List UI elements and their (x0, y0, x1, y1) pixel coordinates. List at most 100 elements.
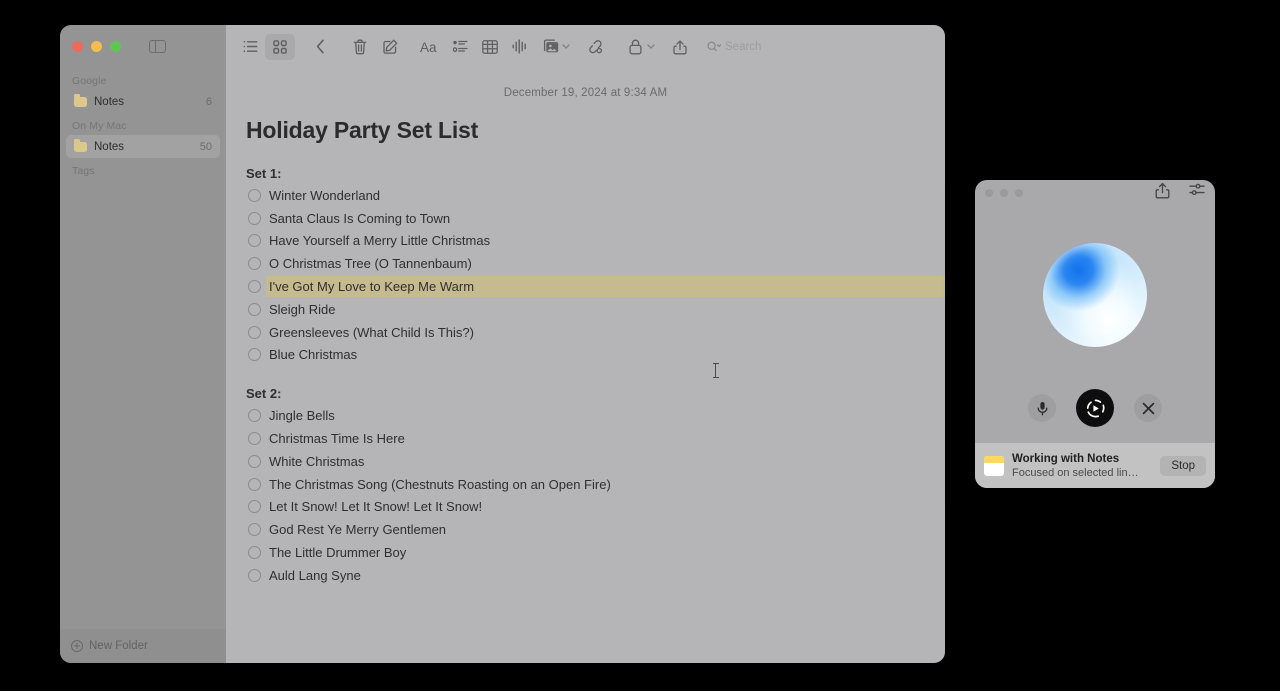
assistant-controls (975, 389, 1215, 443)
list-item[interactable]: The Christmas Song (Chestnuts Roasting o… (244, 473, 927, 496)
list-item[interactable]: God Rest Ye Merry Gentlemen (244, 518, 927, 541)
minimize-window-button[interactable] (91, 41, 102, 52)
assistant-status-bar: Working with Notes Focused on selected l… (975, 443, 1215, 488)
list-item-label: O Christmas Tree (O Tannenbaum) (269, 256, 472, 271)
checkbox-circle-icon[interactable] (248, 455, 261, 468)
new-folder-button[interactable]: New Folder (60, 629, 226, 663)
list-item-label: God Rest Ye Merry Gentlemen (269, 522, 446, 537)
media-chevron-down-icon[interactable] (561, 44, 570, 49)
checkbox-circle-icon[interactable] (248, 523, 261, 536)
list-item-highlighted[interactable]: I've Got My Love to Keep Me Warm (244, 275, 927, 298)
checkbox-circle-icon[interactable] (248, 326, 261, 339)
plus-circle-icon (71, 640, 83, 652)
list-item-label: Greensleeves (What Child Is This?) (269, 325, 474, 340)
back-chevron-icon[interactable] (305, 34, 335, 60)
checkbox-circle-icon[interactable] (248, 280, 261, 293)
sidebar-item-label: Notes (94, 96, 199, 108)
sidebar-section-onmymac-title: On My Mac (60, 113, 226, 135)
list-item[interactable]: Auld Lang Syne (244, 564, 927, 587)
table-icon[interactable] (475, 34, 505, 60)
set-1-heading: Set 1: (246, 166, 927, 181)
notes-window: Google Notes 6 On My Mac Notes 50 Tags N… (60, 25, 945, 663)
checkbox-circle-icon[interactable] (248, 212, 261, 225)
checkbox-circle-icon[interactable] (248, 409, 261, 422)
list-item[interactable]: Christmas Time Is Here (244, 427, 927, 450)
assistant-orb-area (975, 206, 1215, 389)
lock-chevron-down-icon[interactable] (646, 44, 655, 49)
checkbox-circle-icon[interactable] (248, 234, 261, 247)
assistant-maximize-button[interactable] (1015, 189, 1023, 197)
audio-waveform-icon[interactable] (505, 34, 535, 60)
assistant-orb (1043, 243, 1147, 347)
list-item-label: The Little Drummer Boy (269, 545, 406, 560)
trash-icon[interactable] (345, 34, 375, 60)
sidebar-section-google-title: Google (60, 68, 226, 90)
close-window-button[interactable] (72, 41, 83, 52)
svg-text:Aa: Aa (420, 40, 437, 54)
assistant-status-text: Working with Notes Focused on selected l… (1012, 452, 1152, 480)
list-item[interactable]: Have Yourself a Merry Little Christmas (244, 230, 927, 253)
list-item-label: White Christmas (269, 454, 364, 469)
checkbox-circle-icon[interactable] (248, 500, 261, 513)
checkbox-circle-icon[interactable] (248, 189, 261, 202)
assistant-minimize-button[interactable] (1000, 189, 1008, 197)
list-item[interactable]: Winter Wonderland (244, 184, 927, 207)
share-icon[interactable] (665, 34, 695, 60)
checkbox-circle-icon[interactable] (248, 432, 261, 445)
sidebar-item-count: 50 (200, 141, 212, 153)
checkbox-circle-icon[interactable] (248, 569, 261, 582)
checkbox-circle-icon[interactable] (248, 348, 261, 361)
toolbar: Aa (226, 25, 945, 68)
list-item[interactable]: Jingle Bells (244, 404, 927, 427)
list-item[interactable]: Let It Snow! Let It Snow! Let It Snow! (244, 496, 927, 519)
list-item[interactable]: Sleigh Ride (244, 298, 927, 321)
note-date: December 19, 2024 at 9:34 AM (244, 87, 927, 99)
share-upload-icon[interactable] (1155, 182, 1170, 204)
format-text-icon[interactable]: Aa (415, 34, 445, 60)
sidebar-item-label: Notes (94, 141, 193, 153)
list-item-label: I've Got My Love to Keep Me Warm (269, 279, 474, 294)
search-input[interactable]: Search (707, 41, 761, 53)
compose-note-icon[interactable] (375, 34, 405, 60)
list-item[interactable]: Santa Claus Is Coming to Town (244, 207, 927, 230)
microphone-icon[interactable] (1028, 394, 1056, 422)
checkbox-circle-icon[interactable] (248, 257, 261, 270)
gallery-view-icon[interactable] (265, 34, 295, 60)
window-controls (60, 25, 226, 68)
checkbox-circle-icon[interactable] (248, 546, 261, 559)
maximize-window-button[interactable] (110, 41, 121, 52)
list-item-label: Blue Christmas (269, 347, 357, 362)
list-view-icon[interactable] (235, 34, 265, 60)
list-item-label: Winter Wonderland (269, 188, 380, 203)
stop-button[interactable]: Stop (1160, 456, 1206, 476)
sidebar-item-count: 6 (206, 96, 212, 108)
list-item-label: Auld Lang Syne (269, 568, 361, 583)
list-item[interactable]: The Little Drummer Boy (244, 541, 927, 564)
sidebar-item-google-notes[interactable]: Notes 6 (66, 90, 220, 113)
link-icon[interactable] (580, 34, 610, 60)
note-document[interactable]: December 19, 2024 at 9:34 AM Holiday Par… (226, 68, 945, 663)
assistant-titlebar (975, 180, 1215, 206)
settings-sliders-icon[interactable] (1189, 182, 1205, 204)
folder-icon (74, 97, 87, 107)
sidebar: Google Notes 6 On My Mac Notes 50 Tags N… (60, 25, 226, 663)
list-item[interactable]: O Christmas Tree (O Tannenbaum) (244, 252, 927, 275)
set-2-heading: Set 2: (246, 386, 927, 401)
sidebar-toggle-icon[interactable] (149, 40, 166, 53)
sidebar-item-onmymac-notes[interactable]: Notes 50 (66, 135, 220, 158)
checkbox-circle-icon[interactable] (248, 478, 261, 491)
set-1-list: Winter Wonderland Santa Claus Is Coming … (244, 184, 927, 366)
text-cursor (715, 363, 716, 378)
close-icon[interactable] (1134, 394, 1162, 422)
status-title: Working with Notes (1012, 452, 1152, 466)
record-button-icon[interactable] (1076, 389, 1114, 427)
new-folder-label: New Folder (89, 640, 148, 652)
list-item[interactable]: Greensleeves (What Child Is This?) (244, 321, 927, 344)
search-placeholder: Search (725, 41, 761, 53)
checkbox-circle-icon[interactable] (248, 303, 261, 316)
assistant-close-button[interactable] (985, 189, 993, 197)
list-item[interactable]: Blue Christmas (244, 344, 927, 367)
list-item[interactable]: White Christmas (244, 450, 927, 473)
note-app-icon (984, 456, 1004, 476)
checklist-icon[interactable] (445, 34, 475, 60)
